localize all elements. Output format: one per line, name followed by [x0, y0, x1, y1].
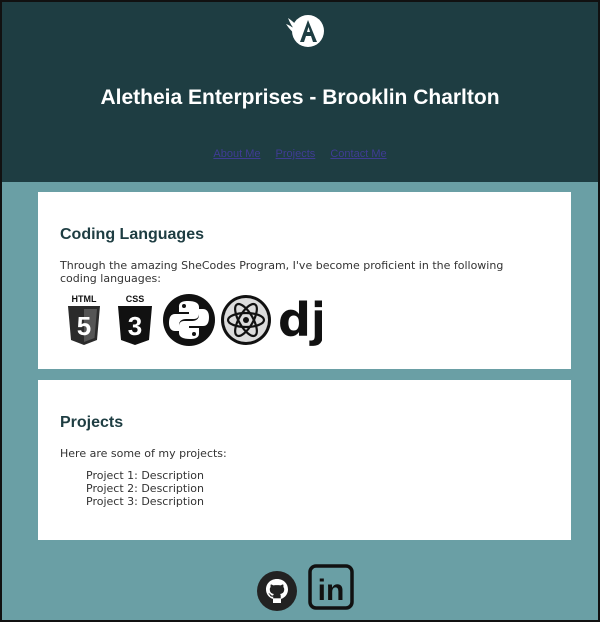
- css3-label: CSS: [126, 294, 145, 304]
- projects-list: Project 1: Description Project 2: Descri…: [86, 469, 204, 508]
- nav-link-projects[interactable]: Projects: [276, 148, 316, 160]
- winged-a-logo-icon: [286, 15, 324, 47]
- atom-icon: [221, 295, 271, 345]
- projects-card: Projects Here are some of my projects: P…: [38, 380, 571, 540]
- css3-number: 3: [128, 311, 142, 341]
- projects-heading: Projects: [60, 414, 124, 431]
- list-item: Project 1: Description: [86, 469, 204, 482]
- github-icon: [257, 571, 297, 611]
- site-header: Aletheia Enterprises - Brooklin Charlton…: [2, 2, 598, 182]
- html5-icon: HTML 5: [68, 294, 100, 345]
- css3-icon: CSS 3: [118, 294, 152, 345]
- linkedin-icon: in: [308, 564, 354, 610]
- page-title: Aletheia Enterprises - Brooklin Charlton: [100, 86, 500, 109]
- python-icon: [163, 294, 215, 346]
- list-item: Project 3: Description: [86, 495, 204, 508]
- django-label: dj: [278, 293, 322, 347]
- html5-label: HTML: [72, 294, 97, 304]
- github-link[interactable]: [256, 570, 298, 617]
- nav-link-about[interactable]: About Me: [213, 148, 260, 160]
- linkedin-link[interactable]: in: [308, 564, 354, 615]
- linkedin-label: in: [318, 574, 345, 607]
- coding-languages-card: Coding Languages Through the amazing She…: [38, 192, 571, 369]
- coding-languages-heading: Coding Languages: [60, 226, 204, 243]
- language-icons: HTML 5 CSS 3 dj: [60, 292, 326, 348]
- main-nav: About Me Projects Contact Me: [2, 148, 598, 160]
- list-item: Project 2: Description: [86, 482, 204, 495]
- coding-languages-text: Through the amazing SheCodes Program, I'…: [60, 259, 504, 285]
- django-icon: dj: [278, 293, 322, 347]
- html5-number: 5: [77, 311, 91, 341]
- projects-text: Here are some of my projects:: [60, 447, 227, 460]
- nav-link-contact[interactable]: Contact Me: [330, 148, 386, 160]
